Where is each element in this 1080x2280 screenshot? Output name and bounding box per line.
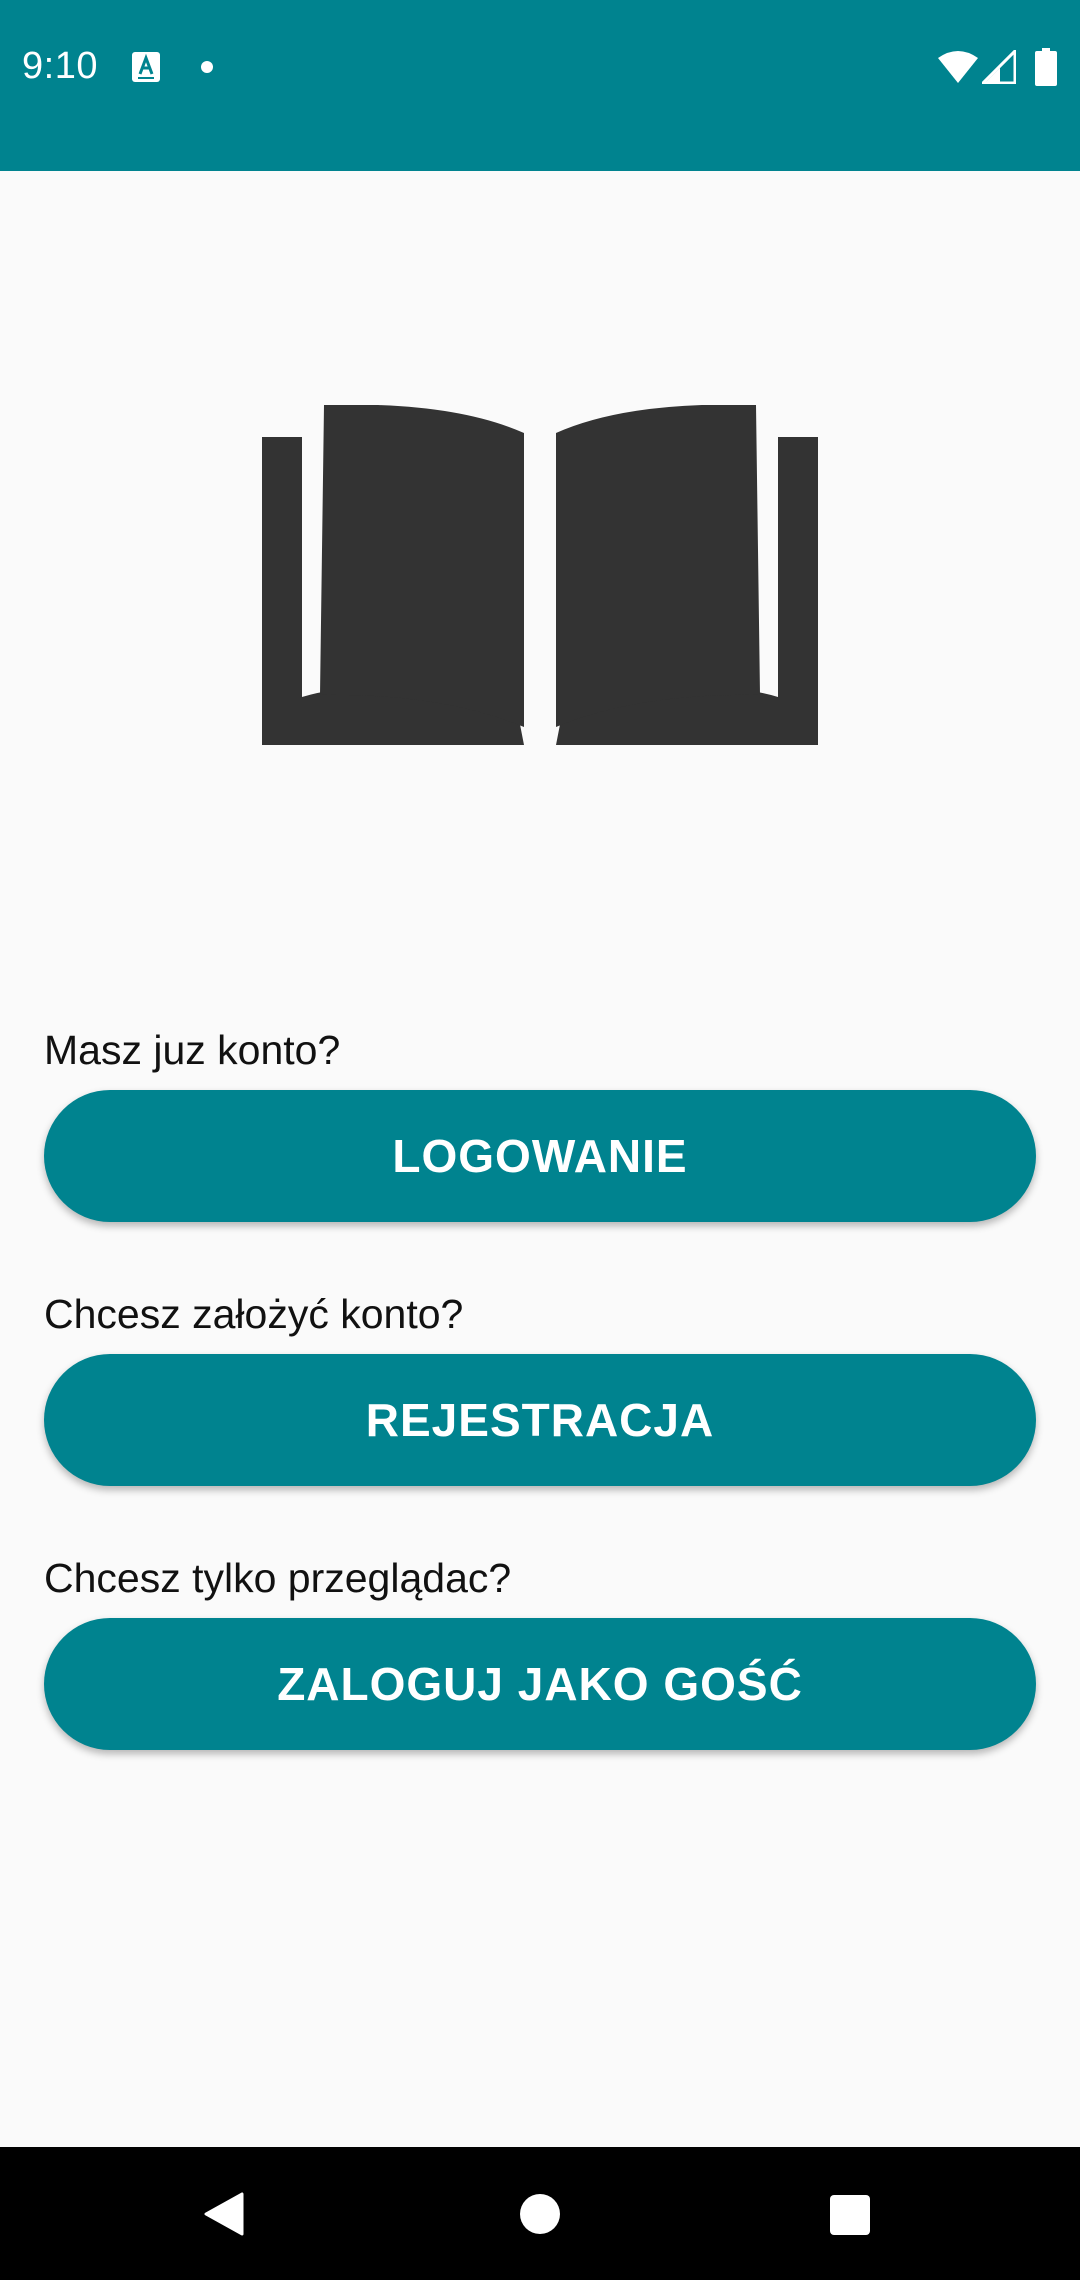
notification-dot-icon [201,61,213,73]
register-prompt: Chcesz założyć konto? [44,1291,464,1337]
home-icon[interactable] [520,2194,560,2234]
recents-icon[interactable] [830,2195,870,2235]
cell-signal-icon [982,50,1016,84]
login-button[interactable]: LOGOWANIE [44,1090,1036,1222]
wifi-icon [938,51,978,83]
guest-login-button[interactable]: ZALOGUJ JAKO GOŚĆ [44,1618,1036,1750]
keyboard-a-icon [132,52,160,82]
status-bar: 9:10 [0,0,1080,171]
navigation-bar [0,2147,1080,2280]
login-prompt: Masz juz konto? [44,1027,341,1073]
back-icon[interactable] [204,2192,244,2236]
guest-prompt: Chcesz tylko przeglądac? [44,1555,512,1601]
register-button[interactable]: REJESTRACJA [44,1354,1036,1486]
battery-icon [1035,48,1057,86]
status-time: 9:10 [22,45,98,87]
open-book-icon [262,405,818,745]
